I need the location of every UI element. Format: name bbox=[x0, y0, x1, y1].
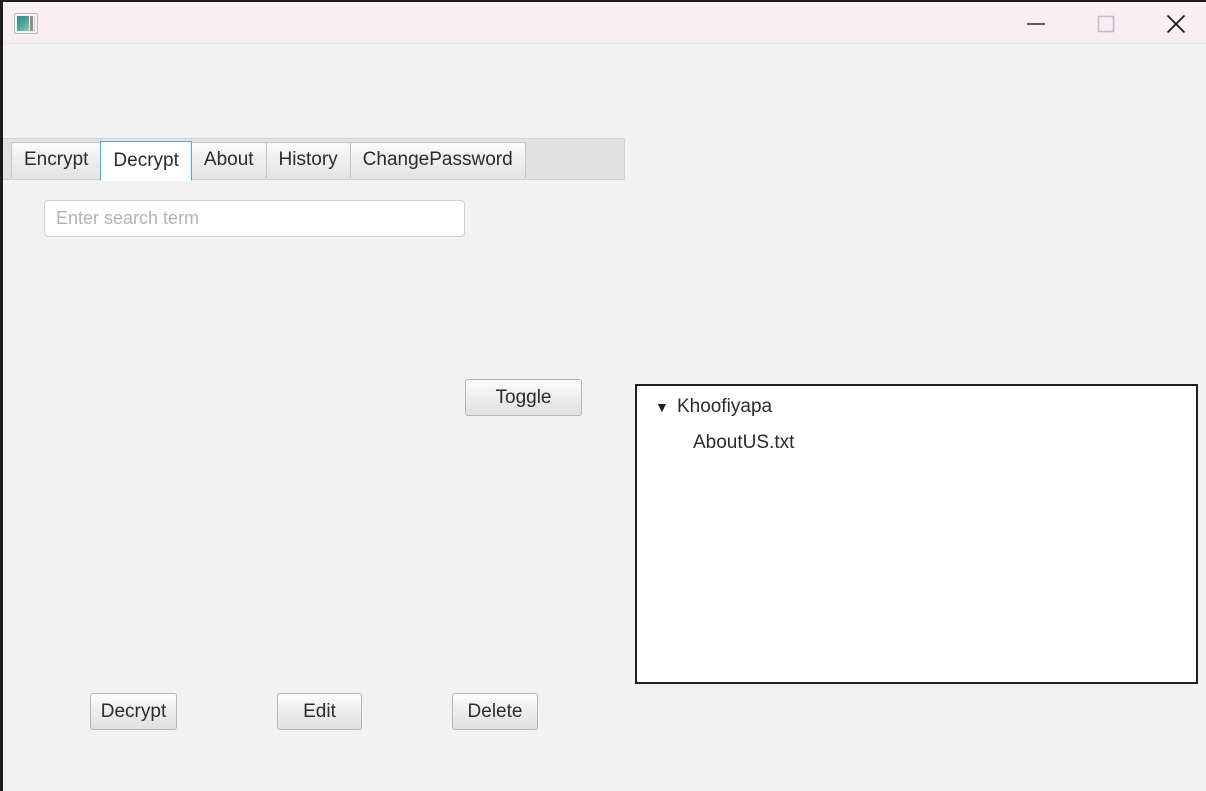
tab-encrypt[interactable]: Encrypt bbox=[11, 142, 102, 178]
maximize-button[interactable] bbox=[1083, 2, 1129, 46]
tab-decrypt[interactable]: Decrypt bbox=[100, 141, 192, 181]
tab-changepassword[interactable]: ChangePassword bbox=[349, 142, 526, 178]
tab-about[interactable]: About bbox=[190, 142, 267, 178]
delete-button[interactable]: Delete bbox=[452, 693, 538, 730]
app-icon-glyph bbox=[17, 16, 29, 31]
minimize-icon bbox=[1027, 23, 1045, 25]
tab-bar: Encrypt Decrypt About History ChangePass… bbox=[3, 138, 625, 181]
tab-history[interactable]: History bbox=[265, 142, 351, 178]
search-input[interactable] bbox=[44, 200, 465, 237]
tree-child-item[interactable]: AboutUS.txt bbox=[693, 432, 794, 454]
decrypt-button[interactable]: Decrypt bbox=[90, 693, 177, 730]
minimize-button[interactable] bbox=[1013, 2, 1059, 46]
app-icon bbox=[14, 13, 38, 34]
tab-list: Encrypt Decrypt About History ChangePass… bbox=[11, 141, 526, 181]
maximize-icon bbox=[1097, 15, 1115, 33]
chevron-down-icon[interactable]: ▼ bbox=[655, 400, 671, 414]
title-bar bbox=[3, 0, 1206, 44]
app-window: Encrypt Decrypt About History ChangePass… bbox=[0, 0, 1206, 791]
tree-root-label: Khoofiyapa bbox=[677, 396, 773, 417]
file-tree-panel[interactable]: ▼ Khoofiyapa AboutUS.txt bbox=[635, 384, 1198, 684]
close-button[interactable] bbox=[1153, 2, 1199, 46]
close-icon bbox=[1166, 14, 1186, 34]
app-icon-bar-secondary bbox=[34, 16, 35, 31]
edit-button[interactable]: Edit bbox=[277, 693, 362, 730]
toggle-button[interactable]: Toggle bbox=[465, 379, 582, 416]
app-icon-bar bbox=[30, 16, 33, 31]
decrypt-tab-panel: Toggle Decrypt Edit Delete ▼ Khoofiyapa … bbox=[3, 180, 1206, 791]
tree-root-item[interactable]: ▼ Khoofiyapa bbox=[655, 396, 772, 418]
